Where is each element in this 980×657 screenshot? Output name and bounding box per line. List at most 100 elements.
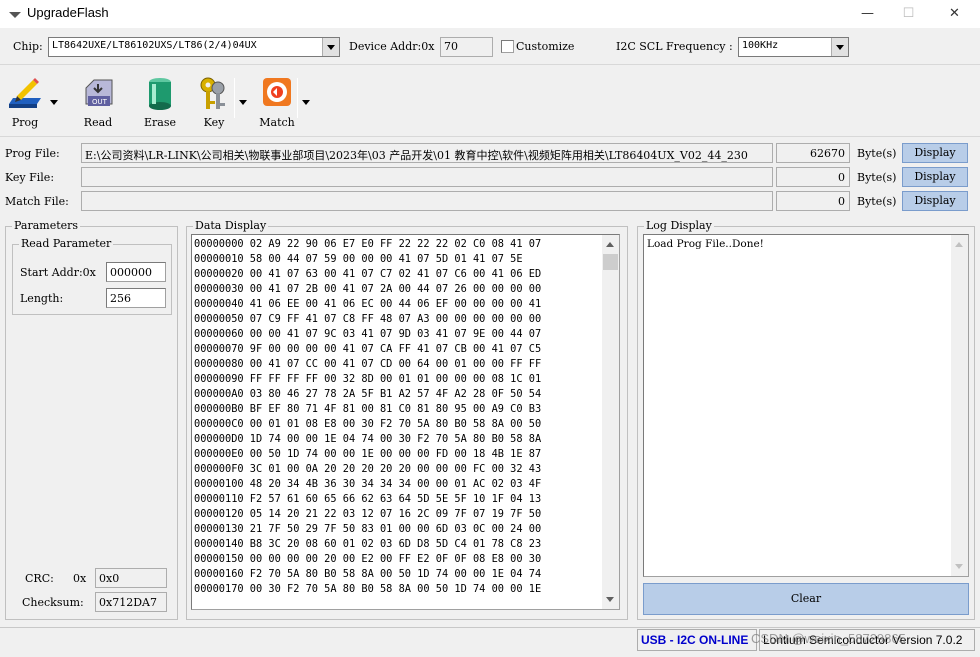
crc-value: 0x0 bbox=[99, 572, 120, 585]
hex-row: 00000060 00 00 41 07 9C 03 41 07 9D 03 4… bbox=[194, 328, 542, 340]
hex-row: 00000140 B8 3C 20 08 60 01 02 03 6D D8 5… bbox=[194, 538, 542, 550]
key-display-button[interactable]: Display bbox=[902, 167, 968, 187]
log-display-title: Log Display bbox=[644, 219, 714, 232]
key-file-field[interactable] bbox=[81, 167, 773, 187]
toolbar-separator bbox=[297, 78, 298, 118]
close-button[interactable]: ✕ bbox=[932, 0, 977, 28]
chevron-down-icon[interactable] bbox=[831, 38, 848, 56]
crc-prefix: 0x bbox=[73, 572, 87, 585]
read-out-icon: OUT bbox=[85, 79, 113, 106]
key-button[interactable]: Key bbox=[192, 74, 236, 130]
hex-scrollbar[interactable] bbox=[602, 235, 619, 609]
hex-rows: 00000000 02 A9 22 90 06 E7 E0 FF 22 22 2… bbox=[194, 237, 600, 597]
hex-row: 000000C0 00 01 01 08 E8 00 30 F2 70 5A 8… bbox=[194, 418, 542, 430]
toolbar-bottom-divider bbox=[0, 136, 980, 137]
read-button[interactable]: OUT Read bbox=[76, 74, 120, 130]
hex-row: 00000170 00 30 F2 70 5A 80 B0 58 8A 00 5… bbox=[194, 583, 542, 595]
match-bytes-value: 0 bbox=[838, 195, 845, 208]
chip-value: LT8642UXE/LT86102UXS/LT86(2/4)04UX bbox=[52, 40, 257, 51]
hex-row: 000000B0 BF EF 80 71 4F 81 00 81 C0 81 8… bbox=[194, 403, 542, 415]
prog-bytes-field: 62670 bbox=[776, 143, 850, 163]
i2c-frequency-select[interactable]: 100KHz bbox=[738, 37, 849, 57]
scroll-thumb[interactable] bbox=[603, 254, 618, 270]
hex-row: 00000120 05 14 20 21 22 03 12 07 16 2C 0… bbox=[194, 508, 542, 520]
customize-checkbox[interactable] bbox=[501, 40, 514, 53]
log-scrollbar[interactable] bbox=[951, 235, 968, 576]
erase-label: Erase bbox=[143, 116, 176, 129]
erase-button[interactable]: Erase bbox=[138, 74, 182, 130]
hex-row: 00000010 58 00 44 07 59 00 00 00 41 07 5… bbox=[194, 253, 523, 265]
match-label: Match bbox=[259, 116, 295, 129]
device-addr-field[interactable]: 70 bbox=[440, 37, 493, 57]
watermark: CSDN @weixin_58729865 bbox=[751, 631, 906, 646]
chip-select[interactable]: LT8642UXE/LT86102UXS/LT86(2/4)04UX bbox=[48, 37, 340, 57]
data-display-title: Data Display bbox=[193, 219, 269, 232]
hex-row: 000000E0 00 50 1D 74 00 00 1E 00 00 00 F… bbox=[194, 448, 542, 460]
scroll-down-icon[interactable] bbox=[606, 597, 614, 602]
start-addr-input[interactable]: 000000 bbox=[106, 262, 166, 282]
prog-file-path: E:\公司资料\LR-LINK\公司相关\物联事业部项目\2023年\03 产品… bbox=[85, 149, 748, 162]
log-textarea[interactable]: Load Prog File..Done! bbox=[643, 234, 969, 577]
prog-display-button[interactable]: Display bbox=[902, 143, 968, 163]
chip-label: Chip: bbox=[13, 40, 43, 53]
erase-cylinder-icon bbox=[149, 78, 171, 110]
device-addr-label: Device Addr:0x bbox=[349, 40, 435, 53]
device-addr-value: 70 bbox=[444, 40, 458, 53]
hex-row: 000000F0 3C 01 00 0A 20 20 20 20 20 00 0… bbox=[194, 463, 542, 475]
checksum-value: 0x712DA7 bbox=[99, 596, 157, 609]
hex-row: 00000130 21 7F 50 29 7F 50 83 01 00 00 6… bbox=[194, 523, 542, 535]
hex-row: 000000D0 1D 74 00 00 1E 04 74 00 30 F2 7… bbox=[194, 433, 542, 445]
clear-button[interactable]: Clear bbox=[643, 583, 969, 615]
log-text: Load Prog File..Done! bbox=[647, 238, 764, 250]
scroll-up-icon[interactable] bbox=[606, 242, 614, 247]
read-parameter-title: Read Parameter bbox=[19, 237, 114, 250]
prog-dropdown-arrow[interactable] bbox=[50, 100, 58, 105]
scroll-up-icon[interactable] bbox=[955, 242, 963, 247]
usb-status-text: USB - I2C ON-LINE bbox=[641, 633, 749, 647]
key-dropdown-arrow[interactable] bbox=[239, 100, 247, 105]
hex-row: 00000090 FF FF FF FF 00 32 8D 00 01 01 0… bbox=[194, 373, 542, 385]
read-label: Read bbox=[83, 116, 113, 129]
match-bytes-unit: Byte(s) bbox=[857, 195, 897, 208]
customize-label: Customize bbox=[516, 40, 575, 53]
hex-view[interactable]: 00000000 02 A9 22 90 06 E7 E0 FF 22 22 2… bbox=[191, 234, 620, 610]
key-bytes-unit: Byte(s) bbox=[857, 171, 897, 184]
hex-row: 00000050 07 C9 FF 41 07 C8 FF 48 07 A3 0… bbox=[194, 313, 542, 325]
scroll-down-icon[interactable] bbox=[955, 564, 963, 569]
hex-row: 00000160 F2 70 5A 80 B0 58 8A 00 50 1D 7… bbox=[194, 568, 542, 580]
i2c-frequency-label: I2C SCL Frequency : bbox=[616, 40, 733, 53]
hex-row: 000000A0 03 80 46 27 78 2A 5F B1 A2 57 4… bbox=[194, 388, 542, 400]
key-bytes-field: 0 bbox=[776, 167, 850, 187]
minimize-button[interactable]: — bbox=[845, 0, 890, 28]
key-bytes-value: 0 bbox=[838, 171, 845, 184]
crc-field: 0x0 bbox=[95, 568, 167, 588]
maximize-button[interactable]: ☐ bbox=[886, 0, 931, 28]
pencil-write-icon bbox=[9, 78, 41, 108]
match-button[interactable]: Match bbox=[255, 74, 299, 130]
prog-file-field[interactable]: E:\公司资料\LR-LINK\公司相关\物联事业部项目\2023年\03 产品… bbox=[81, 143, 773, 163]
match-file-field[interactable] bbox=[81, 191, 773, 211]
prog-file-label: Prog File: bbox=[5, 147, 60, 160]
checksum-field: 0x712DA7 bbox=[95, 592, 167, 612]
start-addr-value: 000000 bbox=[110, 266, 152, 279]
parameters-title: Parameters bbox=[12, 219, 81, 232]
hex-row: 00000070 9F 00 00 00 00 41 07 CA FF 41 0… bbox=[194, 343, 542, 355]
prog-button[interactable]: Prog bbox=[3, 74, 47, 130]
toolbar-divider bbox=[0, 64, 980, 65]
match-display-button[interactable]: Display bbox=[902, 191, 968, 211]
hex-row: 00000080 00 41 07 CC 00 41 07 CD 00 64 0… bbox=[194, 358, 542, 370]
prog-label: Prog bbox=[11, 116, 39, 129]
match-file-label: Match File: bbox=[5, 195, 69, 208]
crc-label: CRC: bbox=[25, 572, 54, 585]
status-divider bbox=[0, 627, 980, 628]
checksum-label: Checksum: bbox=[22, 596, 84, 609]
toolbar-separator bbox=[234, 78, 235, 118]
match-bytes-field: 0 bbox=[776, 191, 850, 211]
app-icon bbox=[9, 12, 21, 18]
hex-row: 00000020 00 41 07 63 00 41 07 C7 02 41 0… bbox=[194, 268, 542, 280]
length-input[interactable]: 256 bbox=[106, 288, 166, 308]
match-dropdown-arrow[interactable] bbox=[302, 100, 310, 105]
title-bar bbox=[0, 0, 980, 28]
prog-bytes-value: 62670 bbox=[810, 147, 845, 160]
chevron-down-icon[interactable] bbox=[322, 38, 339, 56]
